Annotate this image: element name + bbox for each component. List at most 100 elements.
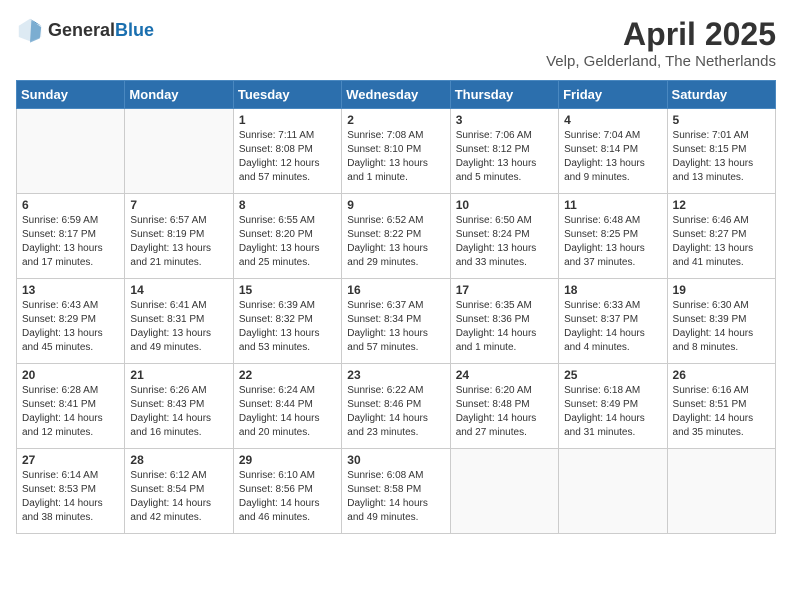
day-info: Sunrise: 6:57 AMSunset: 8:19 PMDaylight:… — [130, 214, 227, 270]
day-number: 15 — [239, 283, 336, 297]
calendar-cell: 28 Sunrise: 6:12 AMSunset: 8:54 PMDayligh… — [125, 449, 233, 534]
day-info: Sunrise: 6:08 AMSunset: 8:58 PMDaylight:… — [347, 469, 444, 525]
calendar-cell: 3 Sunrise: 7:06 AMSunset: 8:12 PMDaylight… — [450, 109, 558, 194]
day-info: Sunrise: 7:08 AMSunset: 8:10 PMDaylight:… — [347, 129, 444, 185]
calendar-header-row: SundayMondayTuesdayWednesdayThursdayFrid… — [17, 81, 776, 109]
day-info: Sunrise: 6:41 AMSunset: 8:31 PMDaylight:… — [130, 299, 227, 355]
day-info: Sunrise: 6:26 AMSunset: 8:43 PMDaylight:… — [130, 384, 227, 440]
day-number: 18 — [564, 283, 661, 297]
calendar-table: SundayMondayTuesdayWednesdayThursdayFrid… — [16, 80, 776, 534]
day-number: 6 — [22, 198, 119, 212]
calendar-cell — [125, 109, 233, 194]
day-number: 7 — [130, 198, 227, 212]
calendar-cell: 29 Sunrise: 6:10 AMSunset: 8:56 PMDayligh… — [233, 449, 341, 534]
calendar-cell: 14Sunrise: 6:41 AMSunset: 8:31 PMDayligh… — [125, 279, 233, 364]
calendar-cell: 18 Sunrise: 6:33 AMSunset: 8:37 PMDayligh… — [559, 279, 667, 364]
day-info: Sunrise: 6:16 AMSunset: 8:51 PMDaylight:… — [673, 384, 770, 440]
calendar-cell: 22 Sunrise: 6:24 AMSunset: 8:44 PMDayligh… — [233, 364, 341, 449]
day-info: Sunrise: 6:50 AMSunset: 8:24 PMDaylight:… — [456, 214, 553, 270]
calendar-cell: 4 Sunrise: 7:04 AMSunset: 8:14 PMDaylight… — [559, 109, 667, 194]
day-number: 5 — [673, 113, 770, 127]
day-number: 23 — [347, 368, 444, 382]
logo-icon — [16, 16, 44, 44]
calendar-cell: 25 Sunrise: 6:18 AMSunset: 8:49 PMDayligh… — [559, 364, 667, 449]
day-info: Sunrise: 6:10 AMSunset: 8:56 PMDaylight:… — [239, 469, 336, 525]
day-header-thursday: Thursday — [450, 81, 558, 109]
day-number: 28 — [130, 453, 227, 467]
calendar-cell: 6Sunrise: 6:59 AMSunset: 8:17 PMDaylight… — [17, 194, 125, 279]
calendar-cell — [667, 449, 775, 534]
calendar-cell: 5 Sunrise: 7:01 AMSunset: 8:15 PMDaylight… — [667, 109, 775, 194]
title-block: April 2025 Velp, Gelderland, The Netherl… — [546, 16, 776, 70]
day-number: 9 — [347, 198, 444, 212]
logo: GeneralBlue — [16, 16, 154, 44]
calendar-cell: 24Sunrise: 6:20 AMSunset: 8:48 PMDayligh… — [450, 364, 558, 449]
calendar-cell — [450, 449, 558, 534]
day-info: Sunrise: 7:11 AMSunset: 8:08 PMDaylight:… — [239, 129, 336, 185]
day-info: Sunrise: 6:46 AMSunset: 8:27 PMDaylight:… — [673, 214, 770, 270]
day-header-friday: Friday — [559, 81, 667, 109]
day-info: Sunrise: 6:39 AMSunset: 8:32 PMDaylight:… — [239, 299, 336, 355]
day-number: 10 — [456, 198, 553, 212]
day-number: 11 — [564, 198, 661, 212]
day-info: Sunrise: 6:43 AMSunset: 8:29 PMDaylight:… — [22, 299, 119, 355]
calendar-cell: 16 Sunrise: 6:37 AMSunset: 8:34 PMDayligh… — [342, 279, 450, 364]
day-number: 20 — [22, 368, 119, 382]
calendar-cell: 7 Sunrise: 6:57 AMSunset: 8:19 PMDaylight… — [125, 194, 233, 279]
day-header-tuesday: Tuesday — [233, 81, 341, 109]
week-row-4: 20 Sunrise: 6:28 AMSunset: 8:41 PMDayligh… — [17, 364, 776, 449]
day-number: 13 — [22, 283, 119, 297]
day-number: 19 — [673, 283, 770, 297]
calendar-cell: 12 Sunrise: 6:46 AMSunset: 8:27 PMDayligh… — [667, 194, 775, 279]
day-info: Sunrise: 6:12 AMSunset: 8:54 PMDaylight:… — [130, 469, 227, 525]
calendar-cell: 17 Sunrise: 6:35 AMSunset: 8:36 PMDayligh… — [450, 279, 558, 364]
calendar-title: April 2025 — [546, 16, 776, 53]
page-header: GeneralBlue April 2025 Velp, Gelderland,… — [16, 16, 776, 70]
day-info: Sunrise: 6:30 AMSunset: 8:39 PMDaylight:… — [673, 299, 770, 355]
day-number: 3 — [456, 113, 553, 127]
calendar-cell: 26 Sunrise: 6:16 AMSunset: 8:51 PMDayligh… — [667, 364, 775, 449]
calendar-cell — [559, 449, 667, 534]
day-number: 17 — [456, 283, 553, 297]
day-number: 27 — [22, 453, 119, 467]
week-row-5: 27 Sunrise: 6:14 AMSunset: 8:53 PMDayligh… — [17, 449, 776, 534]
day-info: Sunrise: 6:33 AMSunset: 8:37 PMDaylight:… — [564, 299, 661, 355]
day-info: Sunrise: 6:28 AMSunset: 8:41 PMDaylight:… — [22, 384, 119, 440]
calendar-cell: 20 Sunrise: 6:28 AMSunset: 8:41 PMDayligh… — [17, 364, 125, 449]
day-number: 4 — [564, 113, 661, 127]
day-header-sunday: Sunday — [17, 81, 125, 109]
calendar-cell: 9Sunrise: 6:52 AMSunset: 8:22 PMDaylight… — [342, 194, 450, 279]
day-header-wednesday: Wednesday — [342, 81, 450, 109]
calendar-cell: 2 Sunrise: 7:08 AMSunset: 8:10 PMDaylight… — [342, 109, 450, 194]
day-info: Sunrise: 6:55 AMSunset: 8:20 PMDaylight:… — [239, 214, 336, 270]
day-header-saturday: Saturday — [667, 81, 775, 109]
day-number: 24 — [456, 368, 553, 382]
week-row-2: 6Sunrise: 6:59 AMSunset: 8:17 PMDaylight… — [17, 194, 776, 279]
day-number: 29 — [239, 453, 336, 467]
calendar-cell — [17, 109, 125, 194]
day-number: 30 — [347, 453, 444, 467]
day-info: Sunrise: 6:48 AMSunset: 8:25 PMDaylight:… — [564, 214, 661, 270]
day-info: Sunrise: 6:35 AMSunset: 8:36 PMDaylight:… — [456, 299, 553, 355]
calendar-cell: 30 Sunrise: 6:08 AMSunset: 8:58 PMDayligh… — [342, 449, 450, 534]
day-info: Sunrise: 6:24 AMSunset: 8:44 PMDaylight:… — [239, 384, 336, 440]
day-info: Sunrise: 7:06 AMSunset: 8:12 PMDaylight:… — [456, 129, 553, 185]
day-number: 26 — [673, 368, 770, 382]
day-number: 1 — [239, 113, 336, 127]
week-row-3: 13 Sunrise: 6:43 AMSunset: 8:29 PMDayligh… — [17, 279, 776, 364]
day-info: Sunrise: 6:14 AMSunset: 8:53 PMDaylight:… — [22, 469, 119, 525]
calendar-subtitle: Velp, Gelderland, The Netherlands — [546, 53, 776, 70]
calendar-cell: 19 Sunrise: 6:30 AMSunset: 8:39 PMDayligh… — [667, 279, 775, 364]
day-number: 21 — [130, 368, 227, 382]
day-info: Sunrise: 6:18 AMSunset: 8:49 PMDaylight:… — [564, 384, 661, 440]
day-number: 25 — [564, 368, 661, 382]
day-number: 8 — [239, 198, 336, 212]
day-number: 2 — [347, 113, 444, 127]
day-number: 22 — [239, 368, 336, 382]
day-info: Sunrise: 7:01 AMSunset: 8:15 PMDaylight:… — [673, 129, 770, 185]
day-info: Sunrise: 7:04 AMSunset: 8:14 PMDaylight:… — [564, 129, 661, 185]
day-info: Sunrise: 6:37 AMSunset: 8:34 PMDaylight:… — [347, 299, 444, 355]
day-number: 12 — [673, 198, 770, 212]
day-number: 16 — [347, 283, 444, 297]
logo-general: General — [48, 20, 115, 40]
